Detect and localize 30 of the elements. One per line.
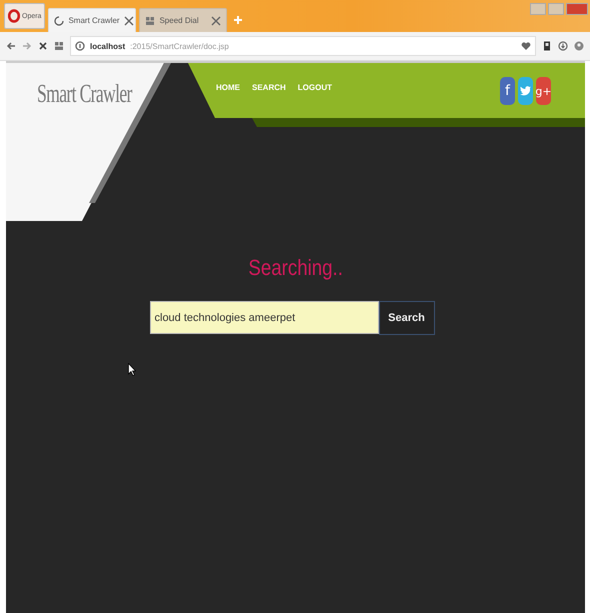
back-icon[interactable] (6, 41, 16, 51)
browser-tab[interactable]: Speed Dial (139, 8, 228, 32)
site-logo[interactable]: Smart Crawler (37, 79, 132, 109)
facebook-button[interactable]: f (500, 77, 515, 105)
mouse-cursor-icon (128, 363, 136, 376)
speed-dial-icon[interactable] (54, 41, 64, 51)
address-field[interactable]: localhost :2015/SmartCrawler/doc.jsp (70, 36, 536, 56)
search-button[interactable]: Search (378, 301, 434, 335)
twitter-button[interactable] (518, 77, 533, 105)
download-icon[interactable] (558, 41, 568, 51)
close-icon[interactable] (211, 16, 222, 26)
close-icon[interactable] (124, 16, 134, 26)
spinner-icon (54, 16, 64, 26)
url-host: localhost (90, 42, 126, 50)
grid-icon (145, 16, 156, 26)
browser-tab[interactable]: Smart Crawler (48, 8, 136, 32)
info-icon (75, 41, 85, 51)
bird-icon (520, 86, 531, 96)
user-icon[interactable] (574, 41, 584, 51)
opera-logo-icon (8, 9, 20, 23)
url-path: :2015/SmartCrawler/doc.jsp (130, 42, 230, 50)
page-heading: Searching.. (248, 255, 343, 281)
forward-icon[interactable] (22, 41, 32, 51)
search-field[interactable]: cloud technologies ameerpet (150, 301, 378, 334)
stop-icon[interactable] (38, 41, 48, 51)
new-tab-icon[interactable] (233, 15, 244, 25)
heart-icon[interactable] (521, 41, 531, 51)
close-button[interactable] (566, 3, 588, 15)
book-icon[interactable] (542, 41, 552, 51)
google-plus-button[interactable]: g+ (536, 77, 551, 105)
